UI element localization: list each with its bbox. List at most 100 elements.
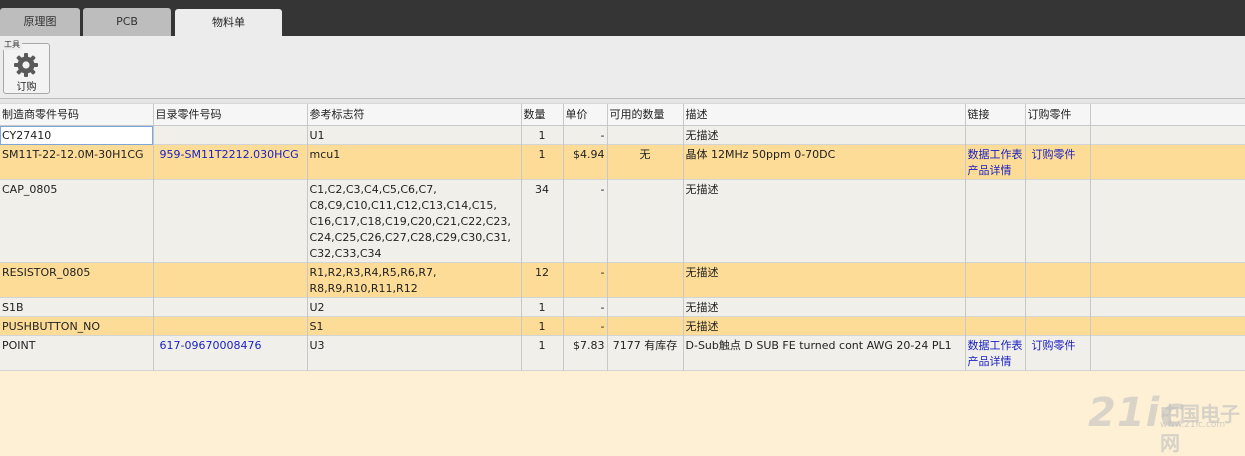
quantity-cell: 12 xyxy=(521,262,564,298)
catalog-part-link[interactable]: 959-SM11T2212.030HCG xyxy=(160,148,299,161)
tab-schematic[interactable]: 原理图 xyxy=(0,8,80,36)
available-qty: 无 xyxy=(639,148,651,161)
order-label: 订购 xyxy=(16,82,37,93)
reference-designators: R1,R2,R3,R4,R5,R6,R7, R8,R9,R10,R11,R12 xyxy=(309,266,437,295)
catalog-part-link-cell: 959-SM11T2212.030HCG xyxy=(153,144,308,180)
empty-cell xyxy=(1090,335,1245,371)
col-header-description[interactable]: 描述 xyxy=(683,104,966,126)
available-qty-cell xyxy=(607,179,684,263)
description-cell: 无描述 xyxy=(683,179,966,263)
tools-group-label: 工具 xyxy=(2,39,22,50)
quantity: 1 xyxy=(538,301,546,314)
datasheet-link[interactable]: 数据工作表 xyxy=(968,338,1023,354)
catalog-part-link-cell xyxy=(153,297,308,317)
tab-bom[interactable]: 物料单 xyxy=(175,9,282,36)
description-cell: 无描述 xyxy=(683,262,966,298)
mfr-part-number[interactable]: RESISTOR_0805 xyxy=(2,266,90,279)
order-button[interactable]: 订购 xyxy=(3,43,50,94)
description-cell: 无描述 xyxy=(683,125,966,145)
links-cell xyxy=(965,297,1026,317)
description-cell: 晶体 12MHz 50ppm 0-70DC xyxy=(683,144,966,180)
unit-price-cell: $4.94 xyxy=(563,144,608,180)
unit-price: - xyxy=(600,320,605,333)
table-row[interactable]: PUSHBUTTON_NO S1 1 - 无描述 xyxy=(0,316,1245,336)
col-header-order[interactable]: 订购零件 xyxy=(1025,104,1091,126)
reference-designators-cell: C1,C2,C3,C4,C5,C6,C7, C8,C9,C10,C11,C12,… xyxy=(307,179,522,263)
table-row[interactable]: CY27410 U1 1 - 无描述 xyxy=(0,125,1245,145)
catalog-part-link-cell: 617-09670008476 xyxy=(153,335,308,371)
datasheet-link[interactable]: 数据工作表 xyxy=(968,147,1023,163)
links-cell xyxy=(965,316,1026,336)
table-row[interactable]: S1B U2 1 - 无描述 xyxy=(0,297,1245,317)
product-detail-link[interactable]: 产品详情 xyxy=(968,163,1023,179)
col-header-empty xyxy=(1090,104,1245,126)
description-cell: 无描述 xyxy=(683,316,966,336)
reference-designators: U3 xyxy=(309,339,325,352)
mfr-part-number-cell: RESISTOR_0805 xyxy=(0,262,154,298)
quantity: 1 xyxy=(538,129,546,142)
catalog-part-link-cell xyxy=(153,262,308,298)
col-header-unit-price[interactable]: 单价 xyxy=(563,104,608,126)
tab-bar: 原理图 PCB 物料单 xyxy=(0,0,1245,36)
table-row[interactable]: CAP_0805 C1,C2,C3,C4,C5,C6,C7, C8,C9,C10,… xyxy=(0,179,1245,263)
mfr-part-number-cell: S1B xyxy=(0,297,154,317)
order-part-link[interactable]: 订购零件 xyxy=(1032,148,1076,161)
gear-icon xyxy=(14,53,38,77)
quantity-cell: 1 xyxy=(521,125,564,145)
order-part-link-cell: 订购零件 xyxy=(1025,335,1091,371)
mfr-part-number-cell: CAP_0805 xyxy=(0,179,154,263)
reference-designators-cell: R1,R2,R3,R4,R5,R6,R7, R8,R9,R10,R11,R12 xyxy=(307,262,522,298)
unit-price: - xyxy=(600,183,605,196)
available-qty-cell xyxy=(607,125,684,145)
description: 无描述 xyxy=(685,129,719,142)
order-part-link-cell xyxy=(1025,316,1091,336)
col-header-catalog-part[interactable]: 目录零件号码 xyxy=(153,104,308,126)
col-header-quantity[interactable]: 数量 xyxy=(521,104,564,126)
empty-cell xyxy=(1090,297,1245,317)
unit-price-cell: - xyxy=(563,316,608,336)
available-qty-cell: 7177 有库存 xyxy=(607,335,684,371)
product-detail-link[interactable]: 产品详情 xyxy=(968,354,1023,370)
links-cell xyxy=(965,179,1026,263)
description: 无描述 xyxy=(685,320,719,333)
table-row[interactable]: SM11T-22-12.0M-30H1CG 959-SM11T2212.030HC… xyxy=(0,144,1245,180)
order-part-link[interactable]: 订购零件 xyxy=(1032,339,1076,352)
mfr-part-number[interactable]: S1B xyxy=(2,301,24,314)
unit-price: - xyxy=(600,266,605,279)
quantity: 12 xyxy=(535,266,549,279)
mfr-part-number[interactable]: SM11T-22-12.0M-30H1CG xyxy=(2,148,144,161)
col-header-links[interactable]: 链接 xyxy=(965,104,1026,126)
quantity-cell: 1 xyxy=(521,144,564,180)
mfr-part-number[interactable]: CY27410 xyxy=(2,129,51,142)
unit-price: $4.94 xyxy=(573,148,605,161)
col-header-reference[interactable]: 参考标志符 xyxy=(307,104,522,126)
catalog-part-link-cell xyxy=(153,316,308,336)
order-part-link-cell xyxy=(1025,262,1091,298)
description: 无描述 xyxy=(685,266,719,279)
quantity: 1 xyxy=(538,339,546,352)
links-cell: 数据工作表 产品详情 xyxy=(965,335,1026,371)
unit-price-cell: $7.83 xyxy=(563,335,608,371)
table-row[interactable]: POINT 617-09670008476 U3 1 $7.83 7177 有库存 D-Su… xyxy=(0,335,1245,371)
available-qty-cell: 无 xyxy=(607,144,684,180)
table-header: 制造商零件号码 目录零件号码 参考标志符 数量 单价 可用的数量 描述 链接 订… xyxy=(0,104,1245,126)
quantity: 34 xyxy=(535,183,549,196)
description: 无描述 xyxy=(685,301,719,314)
mfr-part-number[interactable]: PUSHBUTTON_NO xyxy=(2,320,100,333)
available-qty-cell xyxy=(607,316,684,336)
mfr-part-number[interactable]: CAP_0805 xyxy=(2,183,57,196)
reference-designators: U2 xyxy=(309,301,325,314)
col-header-mfr-part[interactable]: 制造商零件号码 xyxy=(0,104,154,126)
table-row[interactable]: RESISTOR_0805 R1,R2,R3,R4,R5,R6,R7, R8,R9… xyxy=(0,262,1245,298)
watermark-url: www.21ic.com xyxy=(1160,420,1226,430)
unit-price: $7.83 xyxy=(573,339,605,352)
tab-pcb[interactable]: PCB xyxy=(83,8,171,36)
mfr-part-number[interactable]: POINT xyxy=(2,339,35,352)
catalog-part-link[interactable]: 617-09670008476 xyxy=(160,339,262,352)
col-header-available[interactable]: 可用的数量 xyxy=(607,104,684,126)
unit-price-cell: - xyxy=(563,125,608,145)
order-part-link-cell xyxy=(1025,179,1091,263)
unit-price: - xyxy=(600,129,605,142)
links-cell xyxy=(965,125,1026,145)
quantity-cell: 1 xyxy=(521,316,564,336)
